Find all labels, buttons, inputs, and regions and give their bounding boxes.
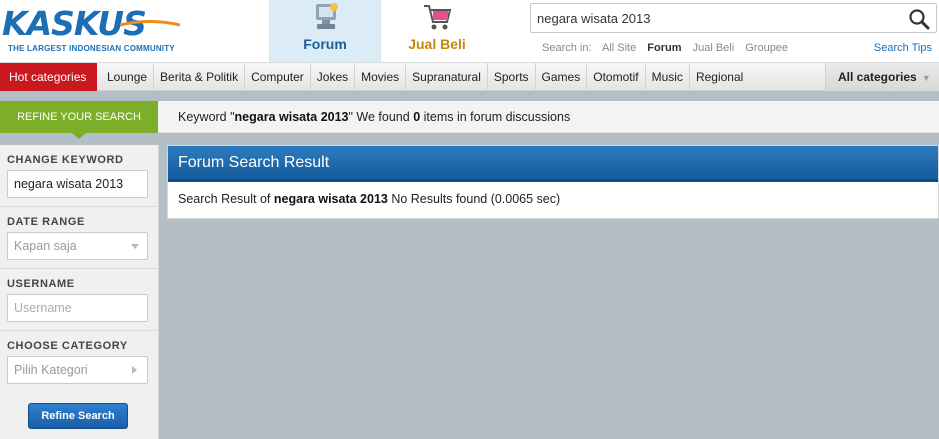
keyword-mid: " We found: [348, 110, 414, 124]
forum-icon: [316, 3, 338, 29]
logo-swoosh-icon: [120, 20, 180, 27]
nav-item-supranatural[interactable]: Supranatural: [406, 63, 488, 91]
category-select[interactable]: Pilih Kategori: [7, 356, 148, 384]
chevron-down-icon: [131, 244, 139, 249]
tab-forum[interactable]: Forum: [269, 0, 381, 62]
date-range-select[interactable]: Kapan saja: [7, 232, 148, 260]
search-icon[interactable]: [908, 8, 930, 30]
refine-bar: REFINE YOUR SEARCH Keyword "negara wisat…: [0, 101, 939, 139]
tab-jual-beli[interactable]: Jual Beli: [381, 0, 493, 62]
category-nav: Hot categories Lounge Berita & Politik C…: [0, 62, 939, 91]
nav-item-regional[interactable]: Regional: [690, 63, 749, 91]
nav-items: Lounge Berita & Politik Computer Jokes M…: [101, 63, 749, 91]
nav-item-movies[interactable]: Movies: [355, 63, 407, 91]
refine-sidebar: CHANGE KEYWORD DATE RANGE Kapan saja USE…: [0, 145, 159, 439]
date-range-value: Kapan saja: [14, 239, 77, 253]
all-categories-dropdown[interactable]: All categories ▼: [825, 63, 939, 91]
refine-search-button[interactable]: Refine Search: [28, 403, 128, 429]
nav-item-lounge[interactable]: Lounge: [101, 63, 155, 91]
result-title: Forum Search Result: [168, 146, 938, 182]
nav-item-sports[interactable]: Sports: [488, 63, 536, 91]
nav-item-games[interactable]: Games: [536, 63, 588, 91]
result-keyword: negara wisata 2013: [273, 192, 388, 206]
tab-forum-label: Forum: [303, 36, 347, 52]
result-suffix: No Results found (0.0065 sec): [387, 192, 561, 206]
search-in-label: Search in:: [542, 42, 592, 54]
result-prefix: Search Result of: [178, 192, 274, 206]
scope-groupee[interactable]: Groupee: [745, 42, 788, 54]
search-scope-bar: Search in: All Site Forum Jual Beli Grou…: [542, 42, 796, 54]
username-label: USERNAME: [7, 278, 75, 290]
kaskus-logo[interactable]: KASKUS THE LARGEST INDONESIAN COMMUNITY: [2, 6, 182, 54]
date-range-label: DATE RANGE: [7, 216, 85, 228]
choose-category-label: CHOOSE CATEGORY: [7, 340, 128, 352]
keyword-prefix: Keyword ": [178, 110, 235, 124]
result-panel: Forum Search Result Search Result of neg…: [167, 145, 939, 219]
chevron-right-icon: [132, 366, 137, 374]
nav-item-otomotif[interactable]: Otomotif: [587, 63, 646, 91]
keyword-field[interactable]: [7, 170, 148, 198]
result-summary: Search Result of negara wisata 2013 No R…: [178, 192, 560, 206]
scope-forum[interactable]: Forum: [647, 42, 681, 54]
username-field[interactable]: [7, 294, 148, 322]
nav-item-berita-politik[interactable]: Berita & Politik: [154, 63, 246, 91]
tab-jual-beli-label: Jual Beli: [408, 36, 466, 52]
nav-item-jokes[interactable]: Jokes: [311, 63, 356, 91]
search-box: [530, 3, 937, 33]
logo-tagline: THE LARGEST INDONESIAN COMMUNITY: [8, 44, 175, 53]
hot-categories[interactable]: Hot categories: [0, 63, 97, 91]
chevron-down-icon: ▼: [921, 73, 931, 83]
shopping-cart-icon: [424, 5, 452, 30]
scope-all-site[interactable]: All Site: [602, 42, 636, 54]
nav-item-music[interactable]: Music: [646, 63, 690, 91]
keyword-suffix: items in forum discussions: [420, 110, 571, 124]
keyword-text: negara wisata 2013: [234, 110, 349, 124]
keyword-input[interactable]: [14, 177, 142, 191]
search-tips-link[interactable]: Search Tips: [874, 42, 932, 54]
username-input[interactable]: [14, 301, 142, 315]
category-value: Pilih Kategori: [14, 363, 88, 377]
all-categories-label: All categories: [838, 70, 917, 84]
keyword-summary: Keyword "negara wisata 2013" We found 0 …: [178, 101, 570, 133]
site-header: KASKUS THE LARGEST INDONESIAN COMMUNITY …: [0, 0, 939, 62]
change-keyword-label: CHANGE KEYWORD: [7, 154, 124, 166]
search-input[interactable]: [537, 9, 897, 27]
refine-your-search-tab: REFINE YOUR SEARCH: [0, 101, 158, 139]
nav-item-computer[interactable]: Computer: [245, 63, 311, 91]
scope-jual-beli[interactable]: Jual Beli: [693, 42, 735, 54]
